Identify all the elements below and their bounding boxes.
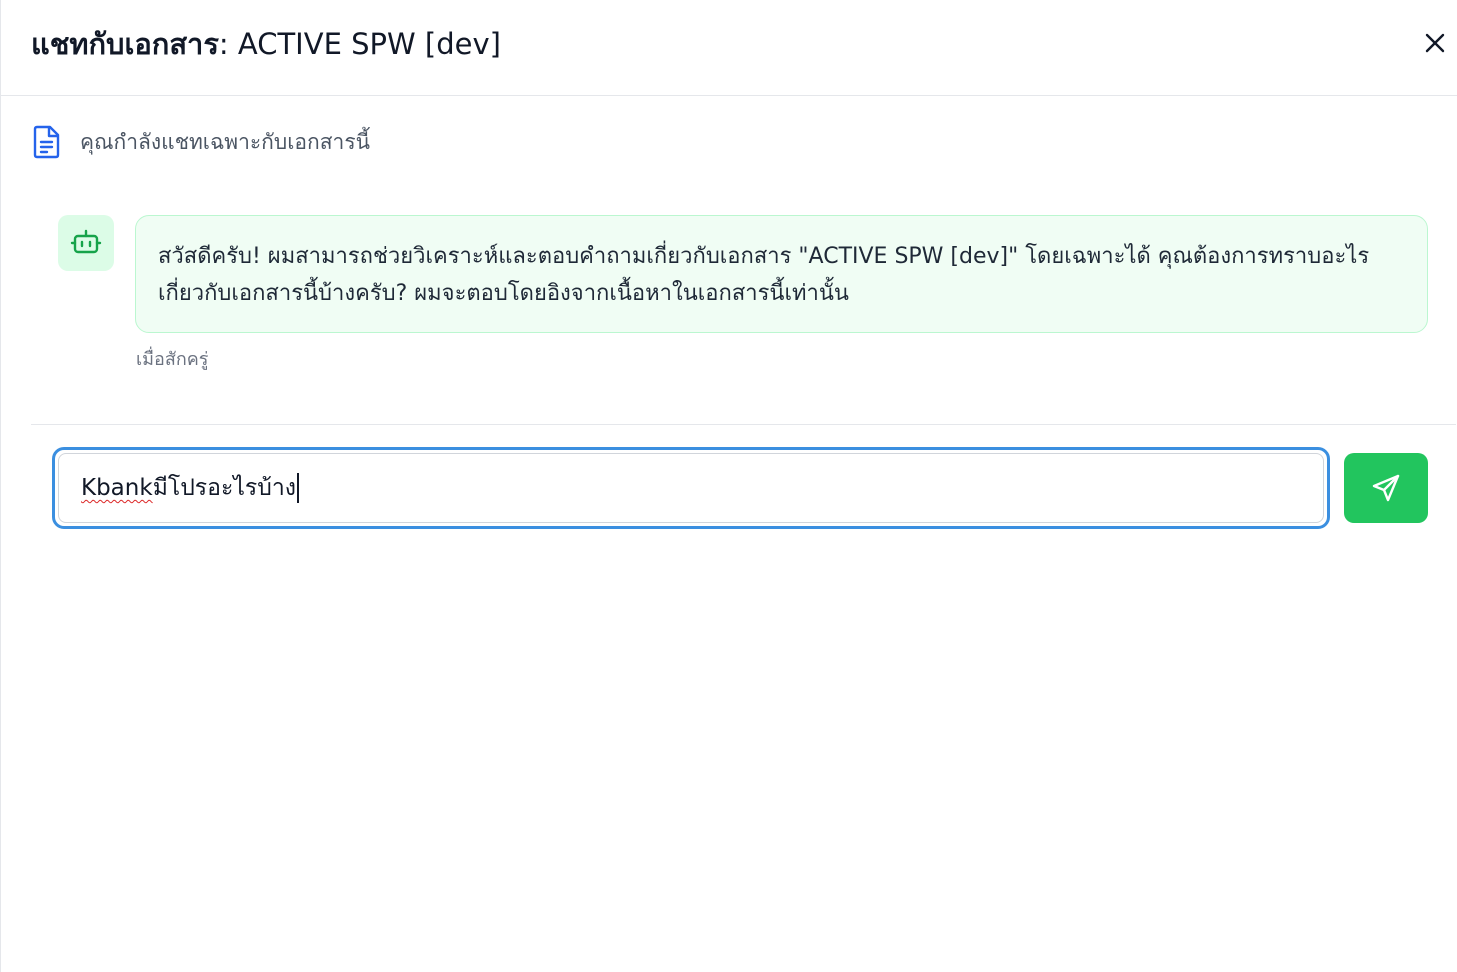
assistant-message: สวัสดีครับ! ผมสามารถช่วยวิเคราะห์และตอบค… <box>135 215 1428 333</box>
message-timestamp: เมื่อสักครู่ <box>136 349 209 370</box>
document-icon <box>31 124 63 160</box>
send-icon <box>1372 474 1400 502</box>
assistant-avatar <box>58 215 114 271</box>
input-value-misspelled-word: Kbank <box>81 475 153 501</box>
document-scope-notice: คุณกำลังแชทเฉพาะกับเอกสารนี้ <box>31 124 370 160</box>
message-input[interactable]: Kbank มีโปรอะไรบ้าง <box>52 447 1330 529</box>
dialog-title: แชทกับเอกสาร: ACTIVE SPW [dev] <box>31 26 501 62</box>
input-value-text: มีโปรอะไรบ้าง <box>152 475 296 501</box>
message-input-field[interactable]: Kbank มีโปรอะไรบ้าง <box>58 453 1324 523</box>
bot-icon <box>70 229 102 254</box>
dialog-title-document: : ACTIVE SPW [dev] <box>218 27 501 61</box>
composer-divider <box>31 424 1456 425</box>
send-button[interactable] <box>1344 453 1428 523</box>
close-button[interactable] <box>1420 28 1450 58</box>
dialog-title-prefix: แชทกับเอกสาร <box>31 27 219 61</box>
text-caret <box>297 473 299 503</box>
close-icon <box>1425 33 1445 53</box>
notice-text: คุณกำลังแชทเฉพาะกับเอกสารนี้ <box>80 129 370 154</box>
dialog-header: แชทกับเอกสาร: ACTIVE SPW [dev] <box>1 0 1457 96</box>
chat-dialog: แชทกับเอกสาร: ACTIVE SPW [dev] คุณกำลังแ… <box>0 0 1457 972</box>
